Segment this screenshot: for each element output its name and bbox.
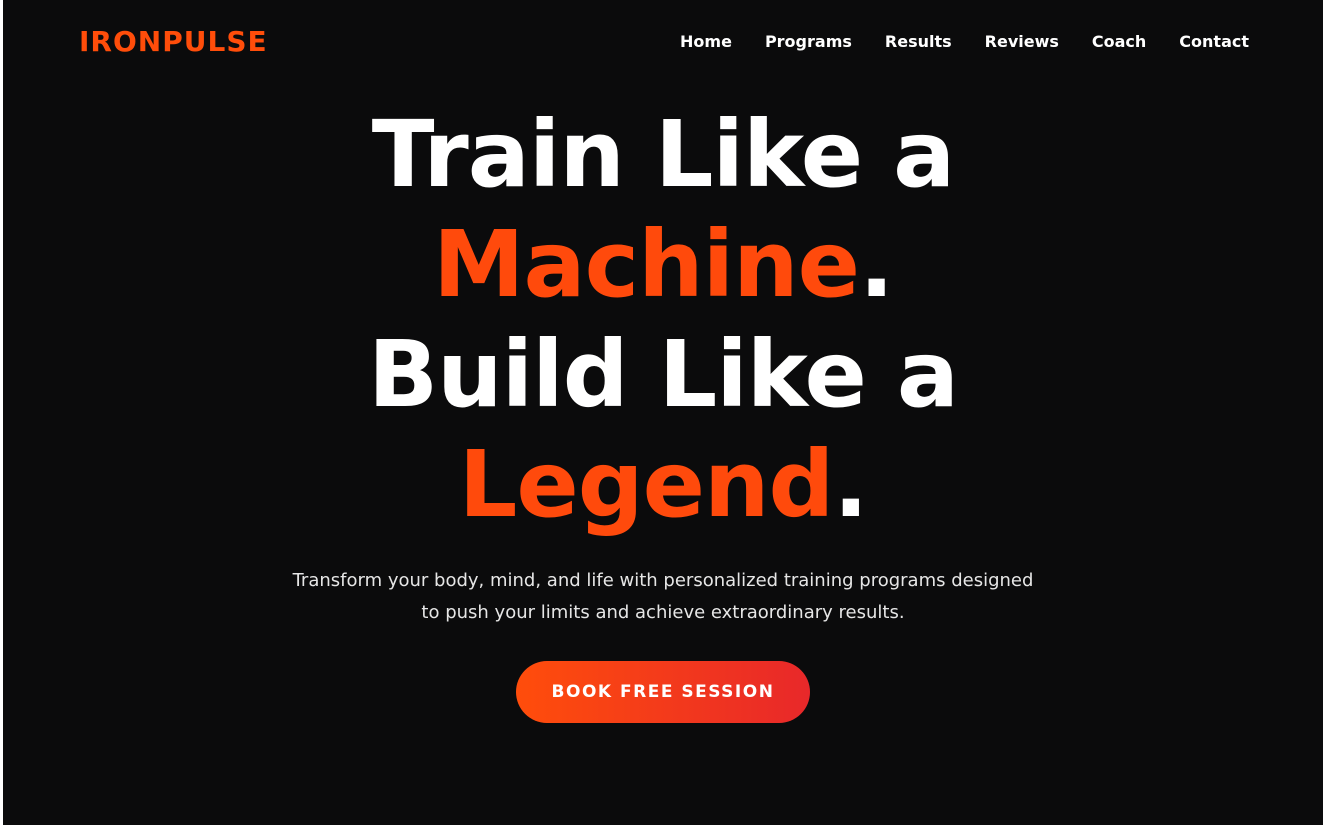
headline-accent-machine: Machine (432, 211, 860, 318)
nav-item-reviews: Reviews (985, 32, 1059, 52)
nav-link-programs[interactable]: Programs (765, 32, 852, 51)
nav-link-coach[interactable]: Coach (1092, 32, 1146, 51)
hero-section: Train Like a Machine. Build Like a Legen… (3, 100, 1323, 723)
subtitle-line-1: Transform your body, mind, and life with… (292, 570, 1034, 591)
nav-link-contact[interactable]: Contact (1179, 32, 1249, 51)
headline-period: . (859, 211, 894, 318)
nav-item-programs: Programs (765, 32, 852, 52)
hero-headline: Train Like a Machine. Build Like a Legen… (3, 100, 1323, 540)
nav-item-coach: Coach (1092, 32, 1146, 52)
headline-accent-legend: Legend (458, 431, 835, 538)
main-nav: Home Programs Results Reviews Coach Cont… (680, 32, 1249, 52)
hero-subtitle: Transform your body, mind, and life with… (273, 565, 1053, 629)
nav-item-results: Results (885, 32, 952, 52)
page-frame: IRONPULSE Home Programs Results Reviews … (3, 0, 1323, 825)
headline-line-2: Machine. (3, 210, 1323, 320)
nav-link-home[interactable]: Home (680, 32, 732, 51)
subtitle-line-2: to push your limits and achieve extraord… (421, 602, 905, 623)
nav-link-results[interactable]: Results (885, 32, 952, 51)
nav-item-contact: Contact (1179, 32, 1249, 52)
brand-logo[interactable]: IRONPULSE (79, 25, 268, 59)
headline-line-3: Build Like a (368, 321, 959, 428)
nav-item-home: Home (680, 32, 732, 52)
headline-period: . (833, 431, 868, 538)
headline-line-1: Train Like a (371, 101, 956, 208)
nav-link-reviews[interactable]: Reviews (985, 32, 1059, 51)
headline-line-4: Legend. (3, 430, 1323, 540)
book-free-session-button[interactable]: BOOK FREE SESSION (516, 661, 810, 723)
